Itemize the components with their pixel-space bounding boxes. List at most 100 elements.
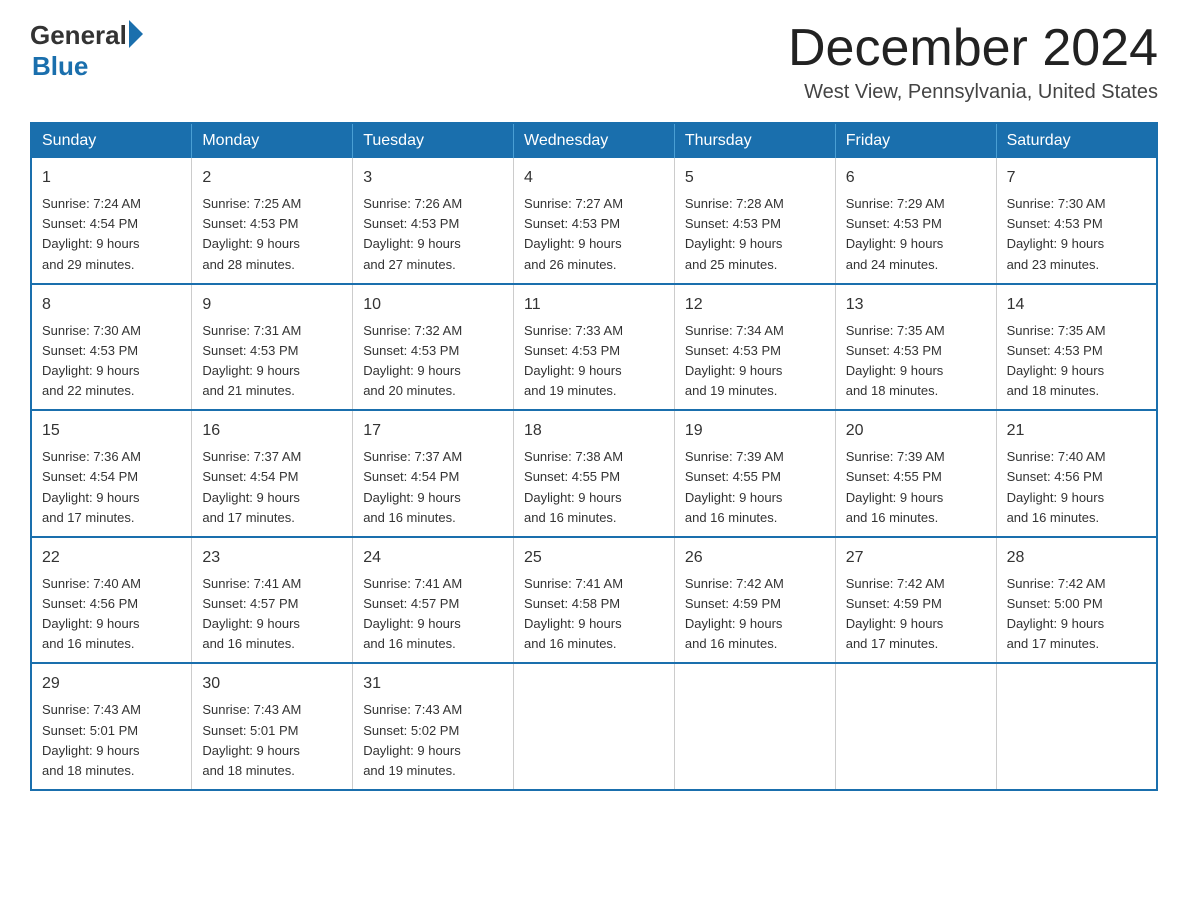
calendar-cell: 24 Sunrise: 7:41 AMSunset: 4:57 PMDaylig… [353, 537, 514, 664]
day-number: 10 [363, 293, 503, 317]
day-info: Sunrise: 7:41 AMSunset: 4:57 PMDaylight:… [202, 576, 301, 651]
day-number: 15 [42, 419, 181, 443]
day-info: Sunrise: 7:43 AMSunset: 5:02 PMDaylight:… [363, 702, 462, 777]
logo-text-general: General [30, 20, 127, 51]
logo: General Blue [30, 20, 143, 82]
calendar-cell: 7 Sunrise: 7:30 AMSunset: 4:53 PMDayligh… [996, 158, 1157, 284]
page-header: General Blue December 2024 West View, Pe… [30, 20, 1158, 104]
day-number: 17 [363, 419, 503, 443]
calendar-cell: 10 Sunrise: 7:32 AMSunset: 4:53 PMDaylig… [353, 284, 514, 411]
day-info: Sunrise: 7:43 AMSunset: 5:01 PMDaylight:… [42, 702, 141, 777]
day-info: Sunrise: 7:42 AMSunset: 4:59 PMDaylight:… [846, 576, 945, 651]
calendar-cell [996, 663, 1157, 790]
day-info: Sunrise: 7:35 AMSunset: 4:53 PMDaylight:… [846, 323, 945, 398]
calendar-week-row: 22 Sunrise: 7:40 AMSunset: 4:56 PMDaylig… [31, 537, 1157, 664]
calendar-cell: 22 Sunrise: 7:40 AMSunset: 4:56 PMDaylig… [31, 537, 192, 664]
calendar-cell: 4 Sunrise: 7:27 AMSunset: 4:53 PMDayligh… [514, 158, 675, 284]
calendar-cell: 17 Sunrise: 7:37 AMSunset: 4:54 PMDaylig… [353, 410, 514, 537]
calendar-cell: 9 Sunrise: 7:31 AMSunset: 4:53 PMDayligh… [192, 284, 353, 411]
location-title: West View, Pennsylvania, United States [788, 81, 1158, 104]
day-number: 3 [363, 166, 503, 190]
day-info: Sunrise: 7:42 AMSunset: 5:00 PMDaylight:… [1007, 576, 1106, 651]
weekday-header: Saturday [996, 123, 1157, 158]
calendar-cell: 14 Sunrise: 7:35 AMSunset: 4:53 PMDaylig… [996, 284, 1157, 411]
logo-triangle-icon [129, 20, 143, 48]
calendar-week-row: 8 Sunrise: 7:30 AMSunset: 4:53 PMDayligh… [31, 284, 1157, 411]
calendar-cell: 28 Sunrise: 7:42 AMSunset: 5:00 PMDaylig… [996, 537, 1157, 664]
calendar-cell: 5 Sunrise: 7:28 AMSunset: 4:53 PMDayligh… [674, 158, 835, 284]
day-info: Sunrise: 7:43 AMSunset: 5:01 PMDaylight:… [202, 702, 301, 777]
weekday-header: Monday [192, 123, 353, 158]
calendar-table: SundayMondayTuesdayWednesdayThursdayFrid… [30, 122, 1158, 791]
day-number: 14 [1007, 293, 1146, 317]
day-number: 8 [42, 293, 181, 317]
day-number: 26 [685, 546, 825, 570]
weekday-header: Friday [835, 123, 996, 158]
weekday-header: Thursday [674, 123, 835, 158]
day-info: Sunrise: 7:32 AMSunset: 4:53 PMDaylight:… [363, 323, 462, 398]
day-info: Sunrise: 7:28 AMSunset: 4:53 PMDaylight:… [685, 196, 784, 271]
weekday-header: Wednesday [514, 123, 675, 158]
calendar-cell: 21 Sunrise: 7:40 AMSunset: 4:56 PMDaylig… [996, 410, 1157, 537]
calendar-cell: 26 Sunrise: 7:42 AMSunset: 4:59 PMDaylig… [674, 537, 835, 664]
day-number: 5 [685, 166, 825, 190]
calendar-week-row: 29 Sunrise: 7:43 AMSunset: 5:01 PMDaylig… [31, 663, 1157, 790]
day-info: Sunrise: 7:40 AMSunset: 4:56 PMDaylight:… [42, 576, 141, 651]
calendar-cell: 12 Sunrise: 7:34 AMSunset: 4:53 PMDaylig… [674, 284, 835, 411]
calendar-cell: 13 Sunrise: 7:35 AMSunset: 4:53 PMDaylig… [835, 284, 996, 411]
day-info: Sunrise: 7:27 AMSunset: 4:53 PMDaylight:… [524, 196, 623, 271]
day-number: 12 [685, 293, 825, 317]
calendar-cell: 19 Sunrise: 7:39 AMSunset: 4:55 PMDaylig… [674, 410, 835, 537]
day-info: Sunrise: 7:39 AMSunset: 4:55 PMDaylight:… [846, 449, 945, 524]
day-info: Sunrise: 7:41 AMSunset: 4:58 PMDaylight:… [524, 576, 623, 651]
calendar-cell: 15 Sunrise: 7:36 AMSunset: 4:54 PMDaylig… [31, 410, 192, 537]
calendar-week-row: 15 Sunrise: 7:36 AMSunset: 4:54 PMDaylig… [31, 410, 1157, 537]
day-number: 1 [42, 166, 181, 190]
calendar-cell: 1 Sunrise: 7:24 AMSunset: 4:54 PMDayligh… [31, 158, 192, 284]
day-number: 13 [846, 293, 986, 317]
calendar-cell: 6 Sunrise: 7:29 AMSunset: 4:53 PMDayligh… [835, 158, 996, 284]
day-number: 31 [363, 672, 503, 696]
calendar-cell [514, 663, 675, 790]
calendar-cell: 25 Sunrise: 7:41 AMSunset: 4:58 PMDaylig… [514, 537, 675, 664]
day-number: 27 [846, 546, 986, 570]
day-info: Sunrise: 7:31 AMSunset: 4:53 PMDaylight:… [202, 323, 301, 398]
logo-text-blue: Blue [32, 51, 88, 82]
calendar-cell [835, 663, 996, 790]
day-info: Sunrise: 7:24 AMSunset: 4:54 PMDaylight:… [42, 196, 141, 271]
day-number: 11 [524, 293, 664, 317]
calendar-cell: 27 Sunrise: 7:42 AMSunset: 4:59 PMDaylig… [835, 537, 996, 664]
calendar-cell [674, 663, 835, 790]
calendar-cell: 11 Sunrise: 7:33 AMSunset: 4:53 PMDaylig… [514, 284, 675, 411]
day-info: Sunrise: 7:35 AMSunset: 4:53 PMDaylight:… [1007, 323, 1106, 398]
day-info: Sunrise: 7:39 AMSunset: 4:55 PMDaylight:… [685, 449, 784, 524]
day-number: 9 [202, 293, 342, 317]
day-info: Sunrise: 7:29 AMSunset: 4:53 PMDaylight:… [846, 196, 945, 271]
title-section: December 2024 West View, Pennsylvania, U… [788, 20, 1158, 104]
day-info: Sunrise: 7:38 AMSunset: 4:55 PMDaylight:… [524, 449, 623, 524]
day-number: 7 [1007, 166, 1146, 190]
day-number: 20 [846, 419, 986, 443]
calendar-week-row: 1 Sunrise: 7:24 AMSunset: 4:54 PMDayligh… [31, 158, 1157, 284]
day-info: Sunrise: 7:30 AMSunset: 4:53 PMDaylight:… [42, 323, 141, 398]
day-info: Sunrise: 7:41 AMSunset: 4:57 PMDaylight:… [363, 576, 462, 651]
day-info: Sunrise: 7:26 AMSunset: 4:53 PMDaylight:… [363, 196, 462, 271]
day-number: 22 [42, 546, 181, 570]
day-number: 24 [363, 546, 503, 570]
day-info: Sunrise: 7:34 AMSunset: 4:53 PMDaylight:… [685, 323, 784, 398]
day-number: 21 [1007, 419, 1146, 443]
day-number: 28 [1007, 546, 1146, 570]
day-info: Sunrise: 7:37 AMSunset: 4:54 PMDaylight:… [363, 449, 462, 524]
weekday-header: Sunday [31, 123, 192, 158]
month-title: December 2024 [788, 20, 1158, 77]
calendar-cell: 18 Sunrise: 7:38 AMSunset: 4:55 PMDaylig… [514, 410, 675, 537]
day-number: 18 [524, 419, 664, 443]
day-info: Sunrise: 7:30 AMSunset: 4:53 PMDaylight:… [1007, 196, 1106, 271]
day-info: Sunrise: 7:40 AMSunset: 4:56 PMDaylight:… [1007, 449, 1106, 524]
calendar-cell: 2 Sunrise: 7:25 AMSunset: 4:53 PMDayligh… [192, 158, 353, 284]
day-number: 16 [202, 419, 342, 443]
calendar-cell: 20 Sunrise: 7:39 AMSunset: 4:55 PMDaylig… [835, 410, 996, 537]
day-info: Sunrise: 7:36 AMSunset: 4:54 PMDaylight:… [42, 449, 141, 524]
calendar-cell: 16 Sunrise: 7:37 AMSunset: 4:54 PMDaylig… [192, 410, 353, 537]
day-number: 2 [202, 166, 342, 190]
